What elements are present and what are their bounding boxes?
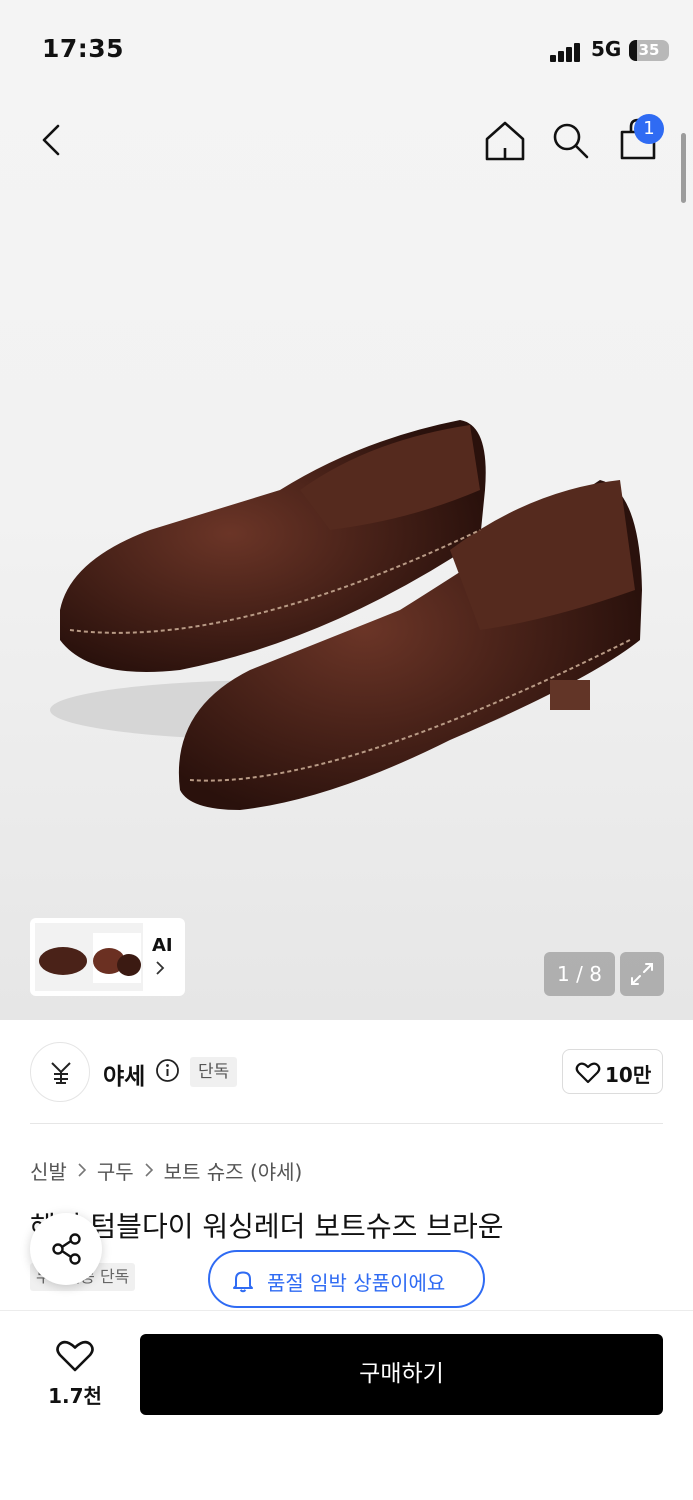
brand-name[interactable]: 야세 [103, 1057, 145, 1091]
cart-badge: 1 [634, 114, 664, 144]
breadcrumb-item[interactable]: 보트 슈즈 (야세) [164, 1156, 303, 1185]
product-title: 헤일 텀블다이 워싱레더 보트슈즈 브라운 [30, 1210, 504, 1243]
breadcrumb: 신발 구두 보트 슈즈 (야세) [30, 1156, 302, 1184]
expand-button[interactable] [620, 952, 664, 996]
wishlist-button[interactable]: 1.7천 [40, 1333, 110, 1413]
brand-logo[interactable] [30, 1042, 90, 1102]
chevron-right-icon [145, 1163, 153, 1177]
soldout-notice-text: 품절 임박 상품이에요 [267, 1271, 446, 1295]
brand-like-button[interactable]: 10만 [562, 1049, 663, 1094]
exclusive-badge: 단독 [190, 1057, 238, 1087]
share-button[interactable] [30, 1213, 102, 1285]
divider [30, 1123, 663, 1124]
bell-icon [233, 1271, 253, 1293]
search-button[interactable] [548, 118, 592, 162]
ai-recommend-card[interactable] [30, 918, 185, 996]
status-time: 17:35 [42, 34, 125, 63]
back-button[interactable] [30, 118, 74, 162]
ai-thumbnail-image [35, 923, 143, 991]
expand-icon [631, 963, 653, 985]
chevron-right-icon [78, 1163, 86, 1177]
share-icon [52, 1233, 81, 1265]
info-icon[interactable] [155, 1058, 180, 1083]
chevron-left-icon [42, 124, 60, 156]
product-image[interactable] [30, 380, 670, 830]
breadcrumb-item[interactable]: 신발 [30, 1156, 67, 1185]
ai-label[interactable]: AI [152, 935, 173, 956]
image-counter: 1 / 8 [544, 952, 615, 996]
heart-icon [575, 1062, 601, 1084]
battery-icon: 35 [629, 40, 669, 61]
status-bar: 17:35 5G 35 [0, 0, 693, 100]
heart-icon [56, 1340, 94, 1372]
breadcrumb-item[interactable]: 구두 [97, 1156, 134, 1185]
search-icon [553, 123, 589, 159]
brand-like-count: 10만 [605, 1063, 652, 1087]
battery-level: 35 [638, 41, 660, 59]
soldout-notice-pill[interactable]: 품절 임박 상품이에요 [208, 1250, 485, 1308]
network-label: 5G [591, 37, 622, 61]
home-icon [485, 121, 525, 161]
scrollbar[interactable] [681, 133, 686, 203]
chevron-right-icon [156, 961, 165, 975]
buy-button[interactable]: 구매하기 [140, 1334, 663, 1415]
brand-logo-mark [51, 1062, 71, 1084]
home-button[interactable] [482, 118, 528, 164]
wishlist-count: 1.7천 [48, 1384, 102, 1408]
signal-icon [550, 40, 584, 62]
